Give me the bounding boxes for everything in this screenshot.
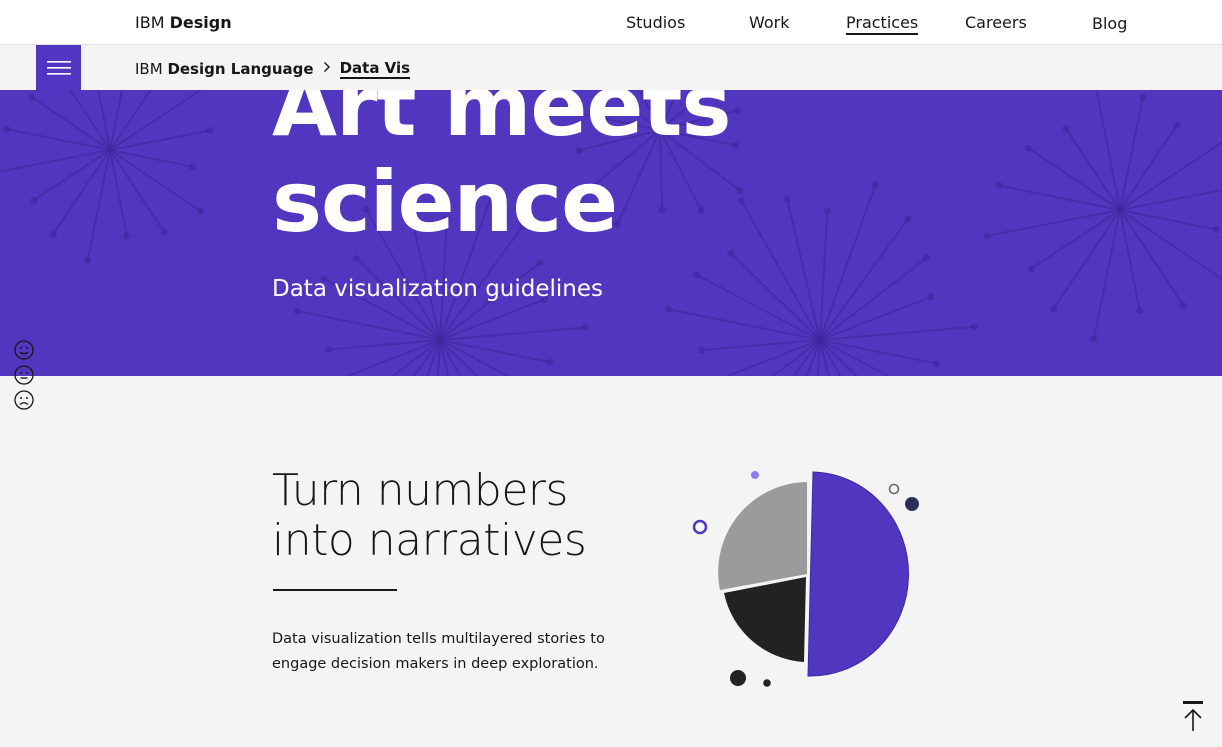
burst-node [995,182,1003,190]
burst-node [3,125,11,133]
burst-ray [701,339,821,352]
burst-node [737,197,745,205]
burst-ray [109,90,124,151]
dot-navy [905,497,919,511]
hero-subtitle: Data visualization guidelines [272,276,604,302]
burst-node [536,259,544,267]
burst-node [1027,265,1035,273]
pie-slice-dark [724,577,806,662]
pie-slice-purple [807,471,910,677]
burst-node [1179,302,1187,310]
burst-node [922,254,930,262]
brand-ibm: IBM [135,13,165,32]
breadcrumb: IBM Design Language Data Vis [135,59,411,79]
chevron-right-icon [323,61,331,77]
burst-node [736,186,744,194]
top-navigation: IBM Design Studios Work Practices Career… [0,0,1222,45]
ring-gray [888,483,900,495]
breadcrumb-root-label: Design Language [167,60,314,78]
burst-node [664,305,672,313]
burst-node [546,358,554,366]
burst-node [1024,144,1032,152]
burst-node [1212,225,1220,233]
burst-node [1173,121,1181,129]
burst-node [1062,124,1070,132]
burst-node [927,293,935,301]
nav-practices[interactable]: Practices [846,13,919,35]
nav-careers[interactable]: Careers [965,13,1027,33]
burst-ray [730,252,821,341]
dot-dark-large [730,670,746,686]
burst-ray [328,339,441,351]
burst-ray [439,339,550,364]
burst-ray [297,310,441,341]
burst-node [27,93,35,101]
breadcrumb-root[interactable]: IBM Design Language [135,60,314,78]
section-body: Data visualization tells multilayered st… [272,631,605,672]
burst-node [293,307,301,315]
burst-node [697,346,705,354]
burst-node [84,257,92,265]
dot-dark-small [763,679,771,687]
burst-ray [786,199,821,341]
arrow-up-to-top-icon[interactable] [1180,700,1206,734]
burst-node [581,324,589,332]
burst-node [188,163,196,171]
burst-node [983,232,991,240]
burst-ray [668,308,821,341]
divider [273,589,397,591]
burst-node [731,141,739,149]
burst-ray [97,90,111,151]
burst-ray [439,326,586,341]
burst-node [904,215,912,223]
pie-illustration [692,471,919,687]
burst-ray [819,257,927,341]
neutral-face-icon[interactable] [13,364,35,386]
burst-ray [1119,189,1222,211]
burst-node [49,231,57,239]
menu-button[interactable] [36,45,81,90]
burst-node [783,195,791,203]
breadcrumb-current[interactable]: Data Vis [339,59,411,79]
burst-node [970,323,978,331]
section-title: Turn numbers into narratives [272,465,587,566]
burst-node [871,181,879,189]
burst-node [693,271,701,279]
ring-purple [692,519,708,535]
nav-work[interactable]: Work [749,13,790,33]
nav-blog[interactable]: Blog [1092,14,1127,34]
burst-node [123,232,131,240]
burst-node [197,207,205,215]
burst-node [1050,305,1058,313]
burst-ray [819,339,937,365]
burst-node [1139,93,1147,101]
burst-node [933,360,941,368]
burst-ray [819,339,891,376]
burst-node [1136,306,1144,314]
burst-node [160,228,168,236]
burst-node [324,346,332,354]
dot-light-purple [751,471,759,479]
burst-node [1090,335,1098,343]
burst-node [206,126,214,134]
breadcrumb-root-prefix: IBM [135,60,163,78]
burst-ray [439,339,479,376]
burst-node [823,207,831,215]
smile-icon[interactable] [13,339,35,361]
brand-design: Design [169,13,232,32]
brand-logo[interactable]: IBM Design [135,13,232,32]
pie-slice-gray [718,482,807,590]
hamburger-icon [46,60,71,75]
feedback-widget [13,339,35,411]
nav-studios[interactable]: Studios [626,13,685,33]
burst-node [352,255,360,263]
frown-face-icon[interactable] [13,389,35,411]
burst-node [30,196,38,204]
burst-node [734,106,742,114]
hero-title: Art meets science [272,90,731,251]
burst-ray [819,325,975,341]
burst-node [727,250,735,258]
hero-banner: Art meets science Data visualization gui… [0,90,1222,376]
